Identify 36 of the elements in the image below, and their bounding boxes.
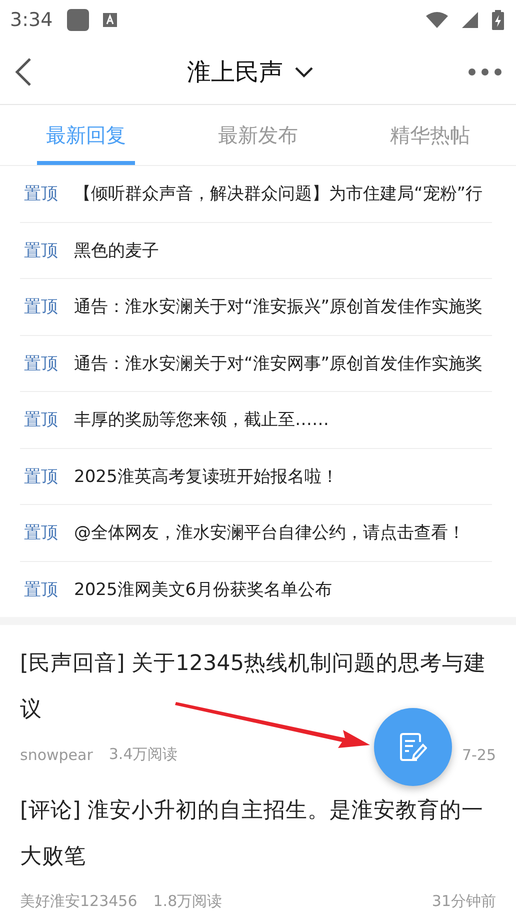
post-time: 7-25 — [462, 746, 496, 764]
pinned-post-title[interactable]: 通告：淮水安澜关于对“淮安网事”原创首发佳作实施奖 — [74, 352, 483, 375]
pinned-tag: 置顶 — [24, 238, 58, 262]
read-count: 1.8万阅读 — [153, 892, 222, 911]
pinned-post-title[interactable]: 2025淮网美文6月份获奖名单公布 — [74, 578, 332, 601]
post-title[interactable]: [评论] 淮安小升初的自主招生。是淮安教育的一大败笔 — [20, 788, 496, 880]
pinned-post-title[interactable]: 2025淮英高考复读班开始报名啦！ — [74, 464, 338, 488]
pinned-tag: 置顶 — [24, 408, 58, 432]
page-title: 淮上民声 — [187, 57, 283, 88]
more-icon[interactable] — [468, 68, 502, 76]
post-author: snowpear — [20, 746, 93, 764]
battery-icon — [492, 10, 504, 30]
read-count: 3.4万阅读 — [108, 745, 178, 764]
pinned-tag: 置顶 — [24, 295, 58, 318]
notification-icon — [102, 13, 117, 27]
pinned-post-title[interactable]: 丰厚的奖励等您来领，截止至…… — [74, 408, 329, 432]
pinned-post-title[interactable]: 黑色的麦子 — [74, 238, 159, 262]
compose-button[interactable] — [374, 708, 452, 786]
wifi-icon — [426, 12, 448, 28]
pinned-post-title[interactable]: 【倾听群众声音，解决群众问题】为市住建局“宠粉”行 — [74, 182, 483, 206]
pinned-tag: 置顶 — [24, 182, 58, 206]
status-time: 3:34 — [10, 9, 53, 31]
signal-icon — [462, 12, 478, 28]
pinned-tag: 置顶 — [24, 578, 58, 601]
pinned-post-title[interactable]: @全体网友，淮水安澜平台自律公约，请点击查看！ — [74, 521, 465, 544]
pinned-tag: 置顶 — [24, 464, 58, 488]
back-icon[interactable] — [14, 58, 32, 86]
post-title[interactable]: [民声回音] 关于12345热线机制问题的思考与建议 — [20, 641, 496, 733]
pinned-tag: 置顶 — [24, 352, 58, 375]
post-author: 美好淮安123456 — [20, 892, 138, 911]
post-time: 31分钟前 — [432, 892, 496, 911]
notification-icon — [66, 9, 89, 31]
pinned-post-title[interactable]: 通告：淮水安澜关于对“淮安振兴”原创首发佳作实施奖 — [74, 295, 483, 318]
dropdown-caret-icon[interactable] — [295, 66, 313, 78]
pinned-tag: 置顶 — [24, 521, 58, 544]
compose-icon — [399, 732, 427, 762]
